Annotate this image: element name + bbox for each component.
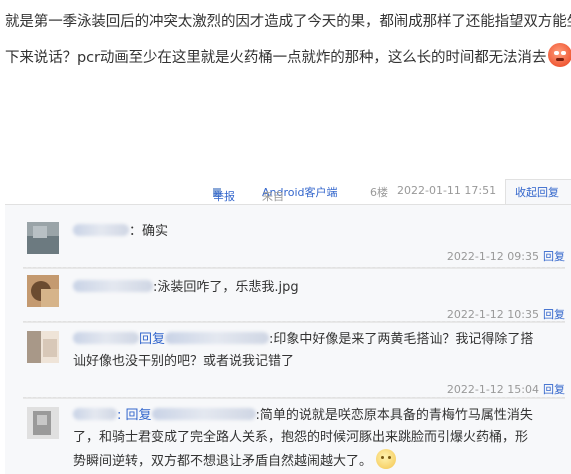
- divider: [23, 321, 565, 323]
- mentioned-user-redacted[interactable]: [165, 332, 270, 344]
- floor-number: 6楼: [370, 186, 388, 199]
- reply-content: :印象中好像是来了两黄毛搭讪？我记得除了搭: [269, 332, 534, 347]
- timestamp-text: 2022-1-12 15:04: [446, 383, 539, 396]
- reply-line-2: 讪好像也没干别的吧？或者说我记错了: [73, 354, 295, 369]
- reply-list: ：确实 2022-1-12 09:35 回复 :泳装回咋了，乐悲我.jpg 202…: [5, 204, 571, 474]
- avatar[interactable]: [27, 222, 59, 254]
- reply-timestamp: 2022-1-12 15:04 回复: [447, 381, 565, 397]
- reply-line-2: 了，和骑士君变成了完全路人关系，抱怨的时候河豚出来跳脸而引爆火药桶，形: [73, 430, 529, 445]
- post-date: 2022-01-11 17:51: [397, 184, 497, 197]
- reply-to-label: : 回复: [117, 408, 152, 423]
- reply-content: ：确实: [129, 224, 169, 239]
- timestamp-text: 2022-1-12 09:35: [446, 250, 539, 263]
- username-redacted[interactable]: [73, 224, 129, 236]
- reply-timestamp: 2022-1-12 09:35 回复: [447, 248, 565, 264]
- client-info: 来自 Android客户端: [262, 184, 338, 203]
- divider: [23, 397, 565, 399]
- reply-button[interactable]: 回复: [543, 383, 565, 396]
- reply-line-1: : 回复 :简单的说就是咲恋原本具备的青梅竹马属性消失: [73, 405, 533, 427]
- reply-text: 回复 :印象中好像是来了两黄毛搭讪？我记得除了搭 讪好像也没干别的吧？或者说我记错…: [73, 329, 533, 373]
- reply-content: :泳装回咋了，乐悲我.jpg: [153, 280, 299, 295]
- reply-line-1: 回复 :印象中好像是来了两黄毛搭讪？我记得除了搭: [73, 329, 533, 351]
- angry-face-icon: [548, 43, 571, 67]
- reply-text: ：确实: [73, 221, 168, 243]
- avatar[interactable]: [27, 275, 59, 307]
- reply-line-3: 势瞬间逆转，双方都不想退让矛盾自然越闹越大了。: [73, 449, 533, 473]
- avatar[interactable]: [27, 407, 59, 439]
- reply-content: :简单的说就是咲恋原本具备的青梅竹马属性消失: [255, 408, 533, 423]
- reply-button[interactable]: 回复: [543, 250, 565, 263]
- reply-line-3-text: 势瞬间逆转，双方都不想退让矛盾自然越闹越大了。: [73, 454, 373, 469]
- post-meta: 举报 来自 Android客户端 6楼 2022-01-11 17:51 收起回复: [0, 180, 571, 203]
- report-label: 举报: [213, 190, 235, 203]
- username-redacted[interactable]: [73, 408, 117, 420]
- timestamp-text: 2022-1-12 10:35: [446, 308, 539, 321]
- username-redacted[interactable]: [73, 332, 139, 344]
- post-line-2: 下来说话？pcr动画至少在这里就是火药桶一点就炸的那种，这么长的时间都无法消去: [5, 40, 571, 76]
- reply-text: : 回复 :简单的说就是咲恋原本具备的青梅竹马属性消失 了，和骑士君变成了完全路人…: [73, 405, 533, 473]
- divider: [23, 267, 565, 269]
- mentioned-user-redacted[interactable]: [151, 408, 256, 420]
- post-line-2-text: 下来说话？pcr动画至少在这里就是火药桶一点就炸的那种，这么长的时间都无法消去: [5, 50, 547, 66]
- client-prefix: 来自: [262, 190, 284, 203]
- post-content: 就是第一季泳装回后的冲突太激烈的因才造成了今天的果，都闹成那样了还能指望双方能坐…: [5, 4, 571, 76]
- reply-text: :泳装回咋了，乐悲我.jpg: [73, 277, 299, 299]
- post-line-1: 就是第一季泳装回后的冲突太激烈的因才造成了今天的果，都闹成那样了还能指望双方能坐: [5, 14, 571, 30]
- collapse-replies-button[interactable]: 收起回复: [515, 184, 559, 200]
- username-redacted[interactable]: [73, 280, 153, 292]
- avatar[interactable]: [27, 331, 59, 363]
- reply-button[interactable]: 回复: [543, 308, 565, 321]
- reply-timestamp: 2022-1-12 10:35 回复: [447, 306, 565, 322]
- smile-face-icon: [376, 449, 397, 469]
- reply-to-label: 回复: [139, 332, 166, 347]
